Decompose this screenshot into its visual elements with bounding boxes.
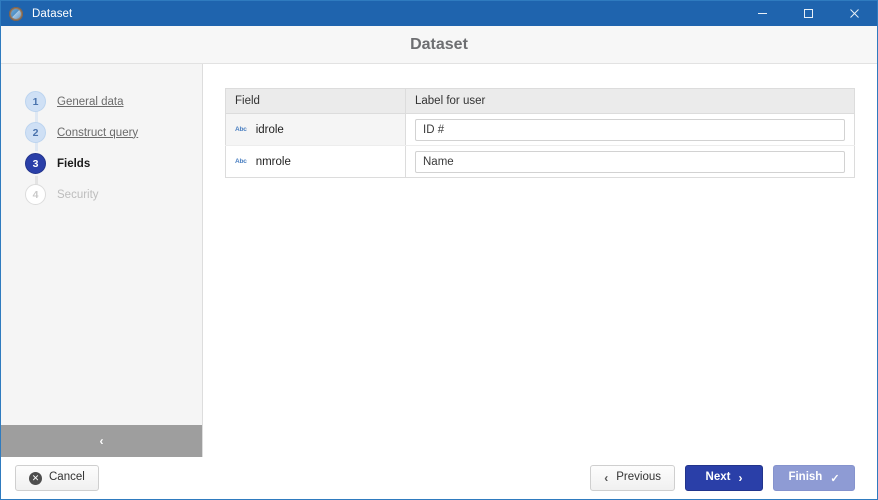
wizard-step-label[interactable]: Construct query xyxy=(57,127,138,139)
previous-button-label: Previous xyxy=(616,471,661,484)
cancel-button-label: Cancel xyxy=(49,471,85,484)
next-button[interactable]: Next › xyxy=(685,465,763,491)
window-controls xyxy=(739,1,877,26)
close-circle-icon: ✕ xyxy=(29,471,42,485)
text-type-abc-icon: Abc xyxy=(235,126,247,134)
window-title: Dataset xyxy=(32,7,73,20)
field-label-cell xyxy=(405,113,855,146)
finish-button-label: Finish xyxy=(788,471,823,484)
wizard-steps: 1 General data 2 Construct query 3 Field… xyxy=(1,64,202,210)
minimize-icon[interactable] xyxy=(739,1,785,26)
cancel-button[interactable]: ✕ Cancel xyxy=(15,465,99,491)
maximize-icon[interactable] xyxy=(785,1,831,26)
field-label-cell xyxy=(406,146,855,178)
wizard-step-general-data[interactable]: 1 General data xyxy=(1,86,202,117)
footer-actions: ‹ Previous Next › Finish ✓ xyxy=(590,465,855,491)
footer-bar: ✕ Cancel ‹ Previous Next › Finish ✓ xyxy=(1,457,877,499)
wizard-sidebar: 1 General data 2 Construct query 3 Field… xyxy=(1,64,203,457)
sidebar-collapse-button[interactable]: ‹ xyxy=(1,425,202,457)
page-header: Dataset xyxy=(1,26,877,64)
label-for-user-input-nmrole[interactable] xyxy=(415,150,845,173)
chevron-left-icon: ‹ xyxy=(99,434,104,448)
step-number-badge: 1 xyxy=(25,91,46,112)
title-bar: Dataset xyxy=(1,1,877,26)
page-title: Dataset xyxy=(410,35,468,53)
wizard-step-label: Fields xyxy=(57,157,91,170)
column-header-label-for-user: Label for user xyxy=(405,88,855,114)
checkmark-icon: ✓ xyxy=(830,472,840,485)
fields-table: Field Label for user Abc idrole ID # Abc… xyxy=(225,88,855,178)
chevron-left-icon: ‹ xyxy=(604,471,609,485)
field-name: idrole xyxy=(255,123,284,136)
step-number-badge: 2 xyxy=(25,122,46,143)
column-header-field: Field xyxy=(225,88,406,114)
wizard-step-fields[interactable]: 3 Fields xyxy=(1,148,202,179)
step-number-badge: 4 xyxy=(25,184,46,205)
wizard-step-security: 4 Security xyxy=(1,179,202,210)
chevron-right-icon: › xyxy=(738,471,743,485)
step-number-badge: 3 xyxy=(25,153,46,174)
wizard-step-label: Security xyxy=(57,188,99,201)
finish-button[interactable]: Finish ✓ xyxy=(773,465,855,491)
dataset-wizard-window: Dataset Dataset 1 General data 2 Constru… xyxy=(0,0,878,500)
field-name-cell: Abc nmrole xyxy=(225,145,406,178)
text-type-abc-icon: Abc xyxy=(235,158,247,166)
table-row: Abc idrole xyxy=(225,113,855,146)
table-header-row: Field Label for user xyxy=(225,88,855,114)
next-button-label: Next xyxy=(705,471,731,484)
content-area: Field Label for user Abc idrole ID # Abc… xyxy=(203,64,877,457)
table-row: Abc nmrole xyxy=(225,145,855,178)
window-body: 1 General data 2 Construct query 3 Field… xyxy=(1,64,877,457)
previous-button[interactable]: ‹ Previous xyxy=(590,465,675,491)
field-name: nmrole xyxy=(255,155,291,168)
close-icon[interactable] xyxy=(831,1,877,26)
wizard-step-label[interactable]: General data xyxy=(57,96,124,108)
field-name-cell: Abc idrole xyxy=(225,113,406,146)
wizard-step-construct-query[interactable]: 2 Construct query xyxy=(1,117,202,148)
label-for-user-input-idrole[interactable] xyxy=(415,118,845,141)
dataset-globe-icon xyxy=(9,6,23,21)
